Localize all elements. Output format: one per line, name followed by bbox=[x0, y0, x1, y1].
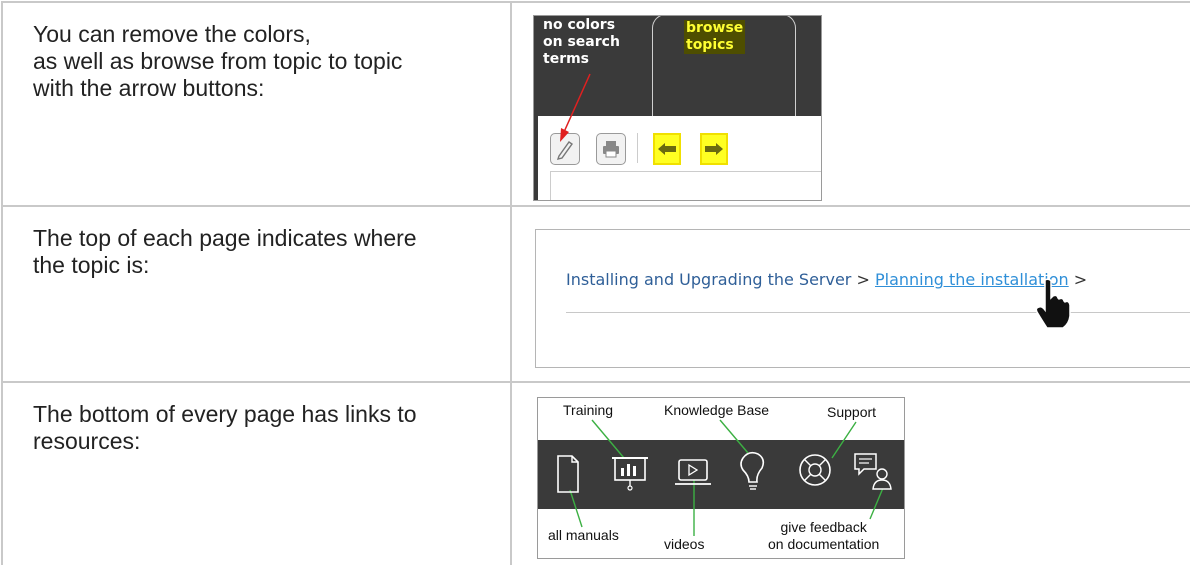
divider bbox=[566, 312, 1190, 313]
footer-links-screenshot: Training Knowledge Base Support all manu… bbox=[537, 397, 905, 559]
row-text-cell: The bottom of every page has links to re… bbox=[1, 381, 512, 565]
printer-icon bbox=[603, 141, 619, 158]
previous-topic-button[interactable] bbox=[653, 133, 681, 165]
arrow-left-icon bbox=[658, 143, 676, 155]
print-button[interactable] bbox=[596, 133, 626, 165]
toolbar-screenshot: no colors on search terms browse topics bbox=[533, 15, 822, 201]
presentation-icon[interactable] bbox=[612, 457, 648, 491]
browse-topics-label: browse topics bbox=[684, 20, 746, 54]
feedback-icon[interactable] bbox=[854, 453, 892, 490]
breadcrumb-separator: > bbox=[856, 270, 870, 289]
next-topic-button[interactable] bbox=[700, 133, 728, 165]
no-colors-label: no colors on search terms bbox=[543, 17, 620, 67]
lightbulb-icon[interactable] bbox=[740, 451, 765, 490]
table-row: You can remove the colors, as well as br… bbox=[1, 1, 1190, 207]
row-text: You can remove the colors, as well as br… bbox=[33, 21, 403, 101]
video-icon[interactable] bbox=[675, 459, 711, 485]
row-text: The top of each page indicates where the… bbox=[33, 225, 417, 278]
toolbar-divider bbox=[637, 133, 638, 163]
document-icon[interactable] bbox=[557, 455, 579, 493]
row-text: The bottom of every page has links to re… bbox=[33, 401, 417, 454]
table-row: The top of each page indicates where the… bbox=[1, 205, 1190, 383]
lifebuoy-icon[interactable] bbox=[799, 454, 831, 486]
content-panel bbox=[550, 171, 821, 200]
row-screenshot-cell: Training Knowledge Base Support all manu… bbox=[510, 381, 1190, 565]
breadcrumb-item-server[interactable]: Installing and Upgrading the Server bbox=[566, 270, 851, 289]
row-text-cell: The top of each page indicates where the… bbox=[1, 205, 512, 383]
footer-icons bbox=[557, 419, 892, 536]
arrow-right-icon bbox=[705, 143, 723, 155]
table-row: The bottom of every page has links to re… bbox=[1, 381, 1190, 565]
help-table: You can remove the colors, as well as br… bbox=[1, 1, 1190, 565]
row-text-cell: You can remove the colors, as well as br… bbox=[1, 1, 512, 207]
hand-cursor-icon bbox=[1035, 278, 1071, 329]
row-screenshot-cell: no colors on search terms browse topics bbox=[510, 1, 1190, 207]
red-callout-arrow bbox=[560, 73, 591, 142]
row-screenshot-cell: Installing and Upgrading the Server > Pl… bbox=[510, 205, 1190, 383]
breadcrumb-screenshot: Installing and Upgrading the Server > Pl… bbox=[535, 229, 1190, 368]
breadcrumb: Installing and Upgrading the Server > Pl… bbox=[566, 270, 1087, 289]
